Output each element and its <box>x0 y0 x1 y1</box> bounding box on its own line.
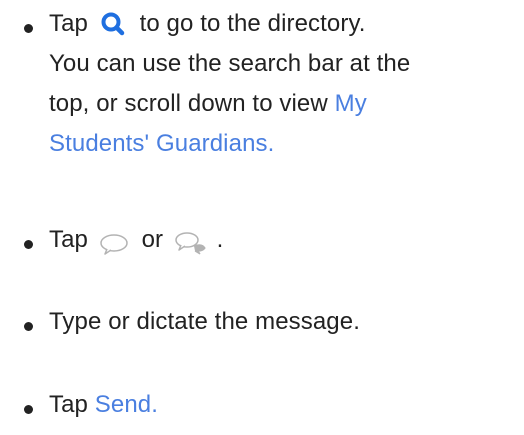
step-conjunction: or <box>141 226 164 253</box>
step-line3: top, or scroll down to view <box>49 90 328 117</box>
step-text: Type or dictate the message. <box>49 308 360 335</box>
step-prefix: Tap <box>49 10 88 37</box>
step-text: Tap to go to the directory. You can use … <box>49 4 519 164</box>
send-link[interactable]: Send. <box>95 391 158 418</box>
my-students-guardians-link-cont[interactable]: Students' Guardians. <box>49 130 274 157</box>
step-line2: You can use the search bar at the <box>49 50 411 77</box>
step-prefix: Tap <box>49 226 88 253</box>
step-suffix: . <box>216 226 224 253</box>
bullet <box>24 240 33 249</box>
step-text: Tap or . <box>49 220 519 260</box>
bullet <box>24 322 33 331</box>
my-students-guardians-link[interactable]: My <box>335 90 367 117</box>
bullet <box>24 405 33 414</box>
bullet <box>24 24 33 33</box>
step-prefix: Tap <box>49 391 88 418</box>
step-text-after-icon: to go to the directory. <box>139 10 366 37</box>
speech-bubble-icon <box>99 228 129 255</box>
double-speech-bubble-icon <box>174 228 208 255</box>
step-text: Tap Send. <box>49 385 519 425</box>
search-icon <box>99 10 127 36</box>
